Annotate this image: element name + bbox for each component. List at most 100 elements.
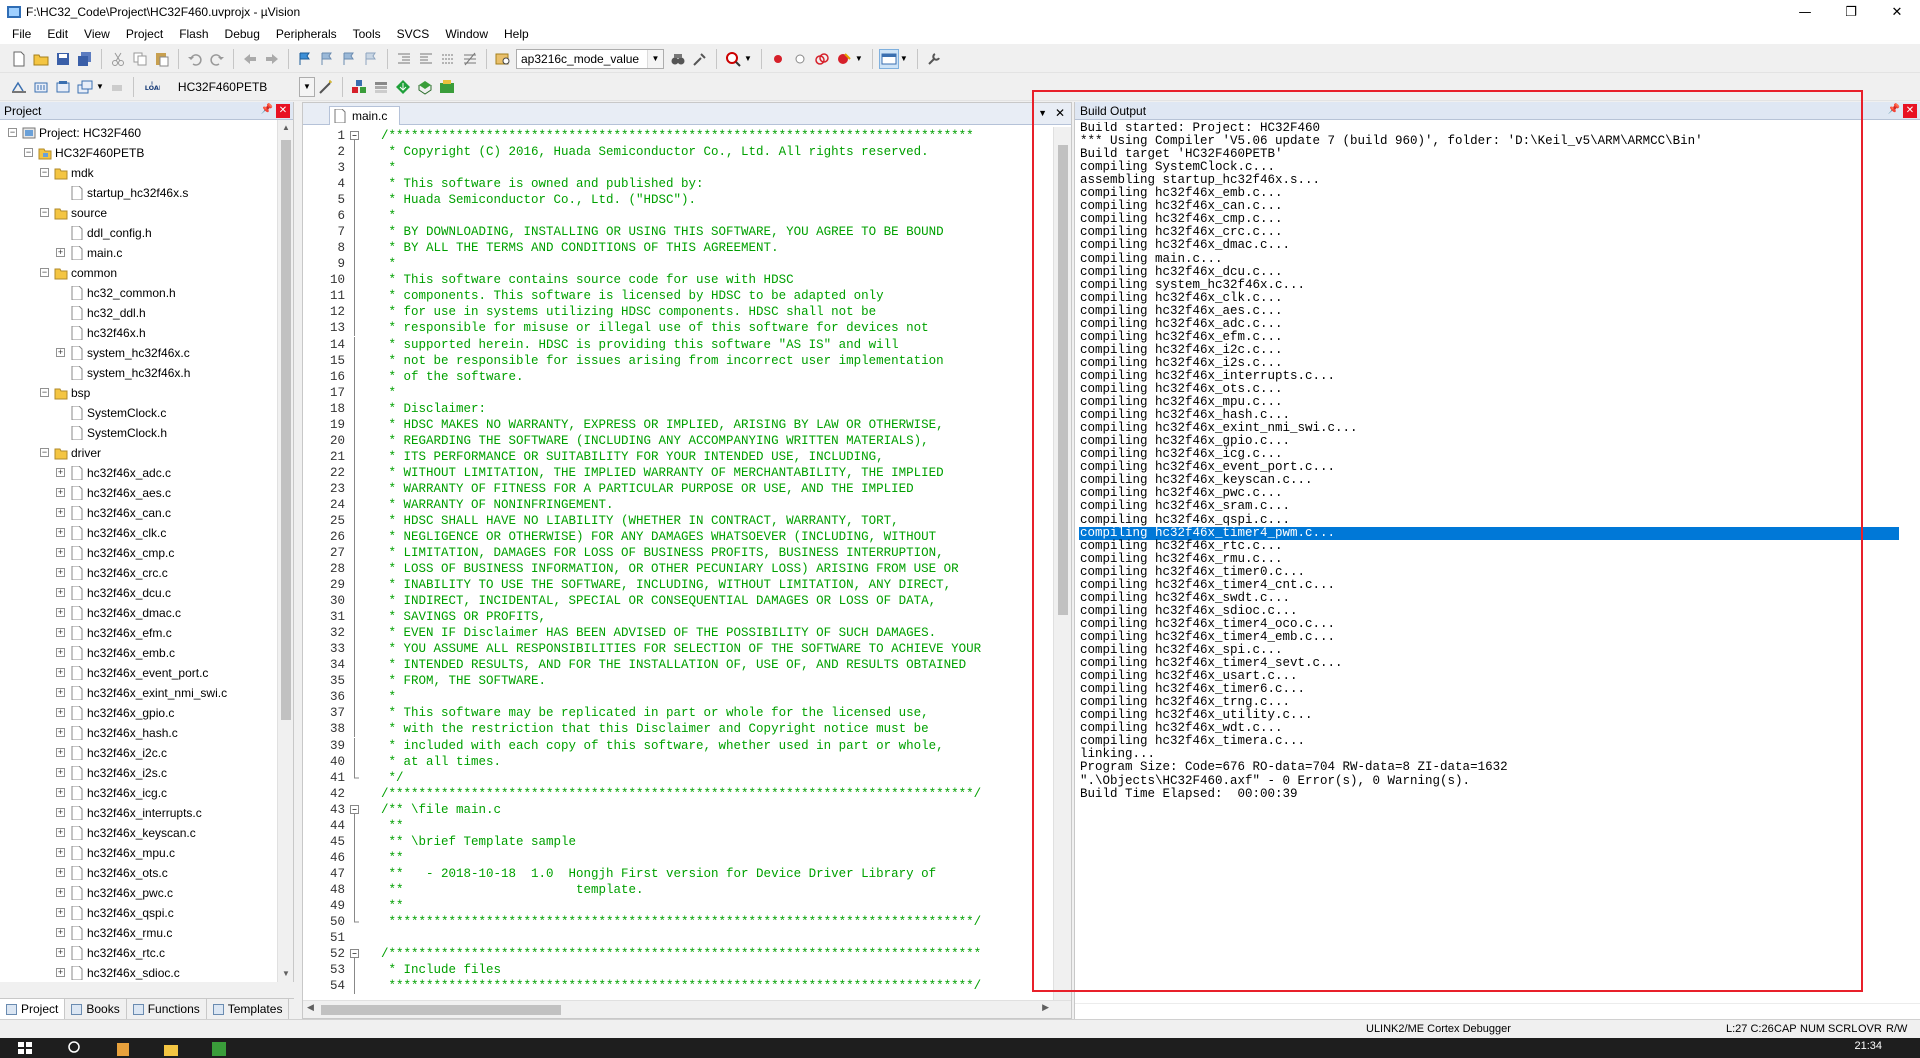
build-output-hscrollbar[interactable] — [1075, 1003, 1920, 1019]
expand-icon[interactable]: + — [56, 568, 65, 577]
menu-file[interactable]: File — [4, 24, 39, 44]
maximize-button[interactable]: ❐ — [1828, 0, 1874, 24]
build-output-line[interactable]: compiling hc32f46x_timer6.c... — [1079, 683, 1899, 696]
code-line[interactable]: 6 * — [303, 208, 1051, 225]
tree-item[interactable]: + hc32f46x_aes.c — [0, 483, 278, 503]
menu-help[interactable]: Help — [496, 24, 537, 44]
code-line[interactable]: 10 * This software contains source code … — [303, 272, 1051, 289]
menu-flash[interactable]: Flash — [171, 24, 216, 44]
find-in-files-button[interactable] — [493, 49, 513, 69]
file-extensions-button[interactable] — [371, 77, 391, 97]
build-output-line[interactable]: compiling hc32f46x_clk.c... — [1079, 291, 1899, 305]
tree-item[interactable]: + hc32f46x_icg.c — [0, 783, 278, 803]
expand-icon[interactable]: + — [56, 608, 65, 617]
build-output-line[interactable]: Program Size: Code=676 RO-data=704 RW-da… — [1079, 761, 1899, 774]
code-line[interactable]: 9 * — [303, 256, 1051, 273]
menu-peripherals[interactable]: Peripherals — [268, 24, 345, 44]
expand-icon[interactable]: + — [56, 868, 65, 877]
build-output-line[interactable]: compiling main.c... — [1079, 252, 1899, 266]
insert-breakpoint-button[interactable] — [768, 49, 788, 69]
build-output-line[interactable]: compiling hc32f46x_timer4_oco.c... — [1079, 617, 1899, 631]
code-line[interactable]: 45 ** \brief Template sample — [303, 833, 1051, 850]
bookmark-prev-button[interactable] — [317, 49, 337, 69]
tree-item[interactable]: − Project: HC32F460 — [0, 123, 278, 143]
build-output-line[interactable]: Build started: Project: HC32F460 — [1079, 122, 1899, 135]
tree-item[interactable]: + hc32f46x_crc.c — [0, 563, 278, 583]
expand-icon[interactable]: + — [56, 528, 65, 537]
app-taskbar-icon[interactable] — [114, 1040, 132, 1056]
pin-icon[interactable]: 📌 — [1888, 104, 1900, 115]
build-output-line[interactable]: compiling hc32f46x_swdt.c... — [1079, 591, 1899, 605]
build-output-line[interactable]: compiling hc32f46x_pwc.c... — [1079, 487, 1899, 500]
build-output-line[interactable]: compiling hc32f46x_emb.c... — [1079, 187, 1899, 200]
expand-icon[interactable]: + — [56, 828, 65, 837]
build-output-line[interactable]: linking... — [1079, 748, 1899, 761]
undo-button[interactable] — [185, 49, 205, 69]
expand-icon[interactable]: + — [56, 788, 65, 797]
target-dropdown[interactable]: ▼ — [298, 76, 315, 97]
menu-window[interactable]: Window — [437, 24, 496, 44]
code-line[interactable]: 3 * — [303, 160, 1051, 177]
build-output-line[interactable]: compiling hc32f46x_rmu.c... — [1079, 552, 1899, 566]
fold-collapse-icon[interactable] — [349, 128, 361, 144]
expand-icon[interactable]: + — [56, 248, 65, 257]
tree-item[interactable]: + hc32f46x_exint_nmi_swi.c — [0, 683, 278, 703]
tree-item[interactable]: ddl_config.h — [0, 223, 278, 243]
code-line[interactable]: 24 * WARRANTY OF NONINFRINGEMENT. — [303, 496, 1051, 513]
target-combo[interactable]: HC32F460PETB — [172, 76, 301, 97]
code-line[interactable]: 41 */ — [303, 769, 1051, 786]
code-line[interactable]: 18 * Disclaimer: — [303, 400, 1051, 417]
code-line[interactable]: 48 ** template. — [303, 881, 1051, 898]
menu-view[interactable]: View — [76, 24, 118, 44]
build-output-line[interactable]: compiling hc32f46x_timer4_pwm.c... — [1079, 526, 1899, 540]
project-hscrollbar[interactable] — [0, 982, 294, 998]
rebuild-button[interactable] — [53, 77, 73, 97]
tab-main-c[interactable]: main.c — [329, 106, 401, 125]
tab-functions[interactable]: Functions — [127, 999, 207, 1019]
code-line[interactable]: 22 * WITHOUT LIMITATION, THE IMPLIED WAR… — [303, 464, 1051, 481]
find-button[interactable] — [668, 49, 688, 69]
code-line[interactable]: 12 * for use in systems utilizing HDSC c… — [303, 304, 1051, 321]
build-output-line[interactable]: compiling hc32f46x_rtc.c... — [1079, 539, 1899, 553]
minimize-button[interactable]: — — [1782, 0, 1828, 24]
code-line[interactable]: 33 * YOU ASSUME ALL RESPONSIBILITIES FOR… — [303, 641, 1051, 658]
build-output-line[interactable]: compiling hc32f46x_hash.c... — [1079, 409, 1899, 422]
expand-icon[interactable]: + — [56, 668, 65, 677]
editor-hscrollbar[interactable]: ◀ ▶ — [303, 1000, 1071, 1018]
build-button[interactable] — [31, 77, 51, 97]
code-line[interactable]: 34 * INTENDED RESULTS, AND FOR THE INSTA… — [303, 657, 1051, 674]
incremental-find-button[interactable] — [690, 49, 710, 69]
batch-build-button[interactable] — [75, 77, 95, 97]
expand-icon[interactable]: + — [56, 948, 65, 957]
build-output-line[interactable]: compiling hc32f46x_sram.c... — [1079, 500, 1899, 513]
tree-item[interactable]: + hc32f46x_qspi.c — [0, 903, 278, 923]
code-line[interactable]: 35 * FROM, THE SOFTWARE. — [303, 673, 1051, 690]
code-line[interactable]: 46 ** — [303, 849, 1051, 866]
code-line[interactable]: 38 * with the restriction that this Disc… — [303, 721, 1051, 738]
bookmark-toggle-button[interactable] — [295, 49, 315, 69]
tab-books[interactable]: Books — [65, 999, 127, 1019]
expand-icon[interactable]: + — [56, 468, 65, 477]
code-line[interactable]: 28 * LOSS OF BUSINESS INFORMATION, OR OT… — [303, 561, 1051, 578]
tree-item[interactable]: hc32_ddl.h — [0, 303, 278, 323]
pin-icon[interactable]: 📌 — [261, 104, 273, 115]
code-line[interactable]: 51 — [303, 930, 1051, 946]
tree-item[interactable]: + system_hc32f46x.c — [0, 343, 278, 363]
scroll-left-icon[interactable]: ◀ — [307, 1002, 314, 1013]
new-file-button[interactable] — [9, 49, 29, 69]
code-line[interactable]: 20 * REGARDING THE SOFTWARE (INCLUDING A… — [303, 432, 1051, 449]
build-output-line[interactable]: compiling hc32f46x_efm.c... — [1079, 330, 1899, 344]
menu-edit[interactable]: Edit — [39, 24, 76, 44]
expand-icon[interactable]: + — [56, 748, 65, 757]
enable-breakpoint-button[interactable] — [790, 49, 810, 69]
code-line[interactable]: 31 * SAVINGS OR PROFITS, — [303, 609, 1051, 626]
expand-icon[interactable]: + — [56, 728, 65, 737]
expand-icon[interactable]: + — [56, 888, 65, 897]
build-output-line[interactable]: compiling hc32f46x_timera.c... — [1079, 735, 1899, 748]
build-output-line[interactable]: compiling hc32f46x_dmac.c... — [1079, 239, 1899, 252]
debug-dropdown-icon[interactable]: ▼ — [744, 54, 752, 63]
collapse-icon[interactable]: − — [40, 448, 49, 457]
build-output-line[interactable]: ".\Objects\HC32F460.axf" - 0 Error(s), 0… — [1079, 774, 1899, 788]
build-output-line[interactable]: compiling hc32f46x_aes.c... — [1079, 304, 1899, 318]
redo-button[interactable] — [207, 49, 227, 69]
